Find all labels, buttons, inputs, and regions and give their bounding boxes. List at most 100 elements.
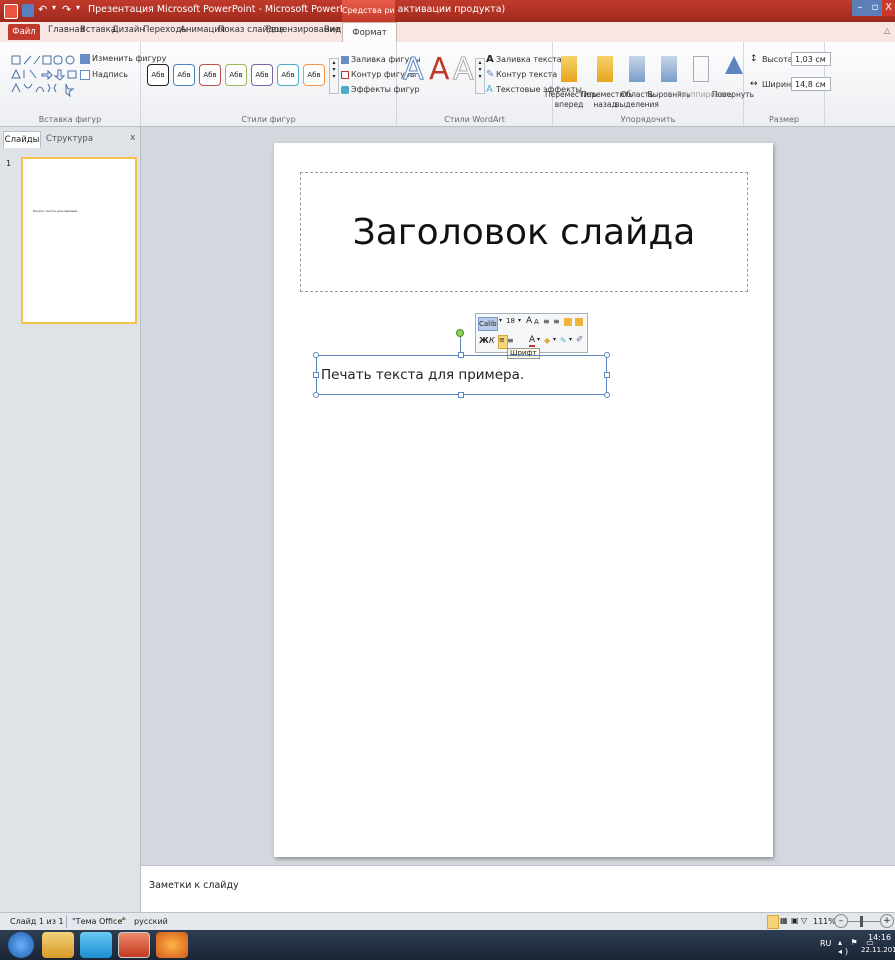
wordart-style-red[interactable]: A — [429, 52, 450, 87]
zoom-slider-track[interactable] — [848, 921, 880, 922]
keyboard-language[interactable]: RU — [820, 939, 831, 948]
shape-style-black[interactable]: Абв — [147, 64, 169, 86]
outline-color-icon[interactable]: ✎ — [560, 336, 567, 345]
slide-thumbnail[interactable]: Печать текста для примера. — [21, 157, 137, 324]
shapes-icon[interactable] — [575, 318, 583, 326]
wordart-style-outline[interactable]: A — [403, 52, 425, 88]
resize-handle-w[interactable] — [313, 372, 319, 378]
outline-color-dropdown-icon[interactable]: ▾ — [569, 336, 572, 343]
undo-dropdown-icon[interactable]: ▾ — [52, 3, 56, 12]
maximize-button[interactable]: ▫ — [868, 0, 882, 16]
shapes-gallery[interactable] — [10, 54, 80, 98]
change-shape-icon[interactable] — [80, 54, 90, 64]
powerpoint-taskbar-icon[interactable] — [118, 932, 150, 958]
fill-color-dropdown-icon[interactable]: ▾ — [553, 336, 556, 343]
width-input[interactable]: 14,8 см — [791, 77, 831, 91]
shrink-font-icon[interactable]: A — [534, 318, 539, 326]
clock-time[interactable]: 14:16 — [868, 933, 891, 942]
resize-handle-nw[interactable] — [313, 352, 319, 358]
font-name-box[interactable]: Calibri — [478, 317, 498, 331]
text-box-selected[interactable]: Печать текста для примера. — [316, 355, 607, 395]
customize-qat-icon[interactable]: ▾ — [76, 3, 80, 12]
text-box-icon[interactable] — [80, 70, 90, 80]
text-outline-button[interactable]: Контур текста — [496, 70, 557, 79]
shape-style-green[interactable]: Абв — [225, 64, 247, 86]
rotation-handle[interactable] — [456, 329, 464, 337]
group-label-insert-shapes: Вставка фигур — [38, 115, 102, 124]
normal-view-icon[interactable] — [767, 915, 779, 929]
close-button[interactable]: X — [882, 0, 895, 16]
shape-style-orange[interactable]: Абв — [303, 64, 325, 86]
resize-handle-sw[interactable] — [313, 392, 319, 398]
window-title: Презентация Microsoft PowerPoint - Micro… — [88, 4, 506, 15]
skype-taskbar-icon[interactable] — [80, 932, 112, 958]
language-indicator[interactable]: русский — [134, 917, 168, 926]
spellcheck-icon[interactable]: ✓ — [118, 915, 126, 926]
font-color-dropdown-icon[interactable]: ▾ — [537, 336, 540, 343]
slideshow-view-icon[interactable]: ▽ — [801, 916, 807, 925]
italic-button[interactable]: К — [489, 336, 495, 345]
text-fill-button[interactable]: Заливка текста — [496, 55, 562, 64]
resize-handle-n[interactable] — [458, 352, 464, 358]
clock-date[interactable]: 22.11.2012 — [861, 946, 895, 954]
tab-view[interactable]: Вид — [324, 25, 341, 35]
text-box-button[interactable]: Надпись — [92, 70, 128, 79]
slide-sorter-icon[interactable]: ▦ — [780, 916, 788, 925]
width-icon: ↔ — [750, 79, 758, 89]
tab-design[interactable]: Дизайн — [112, 25, 145, 35]
decrease-indent-icon[interactable]: ≡ — [543, 317, 550, 326]
start-button[interactable] — [8, 932, 34, 958]
shape-style-purple[interactable]: Абв — [251, 64, 273, 86]
title-placeholder[interactable]: Заголовок слайда — [300, 172, 748, 292]
align-icon — [661, 56, 677, 82]
align-options-icon[interactable]: ≡ — [507, 336, 514, 345]
grow-font-icon[interactable]: A — [526, 316, 532, 326]
increase-indent-icon[interactable]: ≡ — [553, 317, 560, 326]
bold-button[interactable]: Ж — [479, 336, 489, 345]
fill-color-icon[interactable]: ◆ — [544, 336, 550, 345]
resize-handle-se[interactable] — [604, 392, 610, 398]
firefox-taskbar-icon[interactable] — [156, 932, 188, 958]
font-name-dropdown-icon[interactable]: ▾ — [499, 317, 502, 324]
font-color-icon[interactable]: A — [529, 335, 536, 347]
group-label-size: Размер — [768, 115, 799, 124]
resize-handle-s[interactable] — [458, 392, 464, 398]
tab-file[interactable]: Файл — [8, 24, 40, 40]
shape-style-red[interactable]: Абв — [199, 64, 221, 86]
save-icon[interactable] — [22, 4, 34, 17]
undo-icon[interactable]: ↶ — [38, 3, 47, 16]
zoom-level[interactable]: 111% — [813, 917, 836, 926]
minimize-button[interactable]: – — [852, 0, 868, 16]
powerpoint-app-icon[interactable] — [4, 4, 18, 19]
height-input[interactable]: 1,03 см — [791, 52, 831, 66]
notes-pane[interactable]: Заметки к слайду — [141, 865, 895, 913]
redo-icon[interactable]: ↷ — [62, 3, 71, 16]
group-label-arrange: Упорядочить — [620, 115, 676, 124]
resize-handle-ne[interactable] — [604, 352, 610, 358]
wordart-style-light[interactable]: A — [453, 52, 475, 88]
explorer-taskbar-icon[interactable] — [42, 932, 74, 958]
tab-slides[interactable]: Слайды — [3, 131, 41, 148]
clear-format-icon[interactable]: ✐ — [576, 335, 584, 345]
wordart-scroll[interactable]: ▴ ▾ ▾ — [475, 58, 485, 94]
resize-handle-e[interactable] — [604, 372, 610, 378]
zoom-out-button[interactable]: – — [834, 914, 848, 928]
slide-title: Заголовок слайда — [352, 212, 696, 253]
zoom-in-button[interactable]: + — [880, 914, 894, 928]
shape-styles-scroll[interactable]: ▴ ▾ ▾ — [329, 58, 339, 94]
tab-outline[interactable]: Структура — [46, 131, 93, 147]
shape-fill-icon — [341, 56, 349, 64]
font-size-dropdown-icon[interactable]: ▾ — [518, 317, 521, 324]
reading-view-icon[interactable]: ▣ — [791, 916, 799, 925]
tab-format[interactable]: Формат — [342, 22, 397, 43]
shape-outline-icon — [341, 71, 349, 79]
text-fill-icon: A — [486, 54, 494, 65]
tab-insert[interactable]: Вставка — [80, 25, 116, 35]
shape-style-blue[interactable]: Абв — [173, 64, 195, 86]
font-size-box[interactable]: 18 — [506, 317, 515, 325]
shape-style-aqua[interactable]: Абв — [277, 64, 299, 86]
format-painter-icon[interactable] — [564, 318, 572, 326]
ribbon-minimize-icon[interactable]: △ — [884, 26, 890, 35]
zoom-slider-thumb[interactable] — [860, 916, 863, 927]
close-panel-icon[interactable]: x — [130, 133, 135, 143]
